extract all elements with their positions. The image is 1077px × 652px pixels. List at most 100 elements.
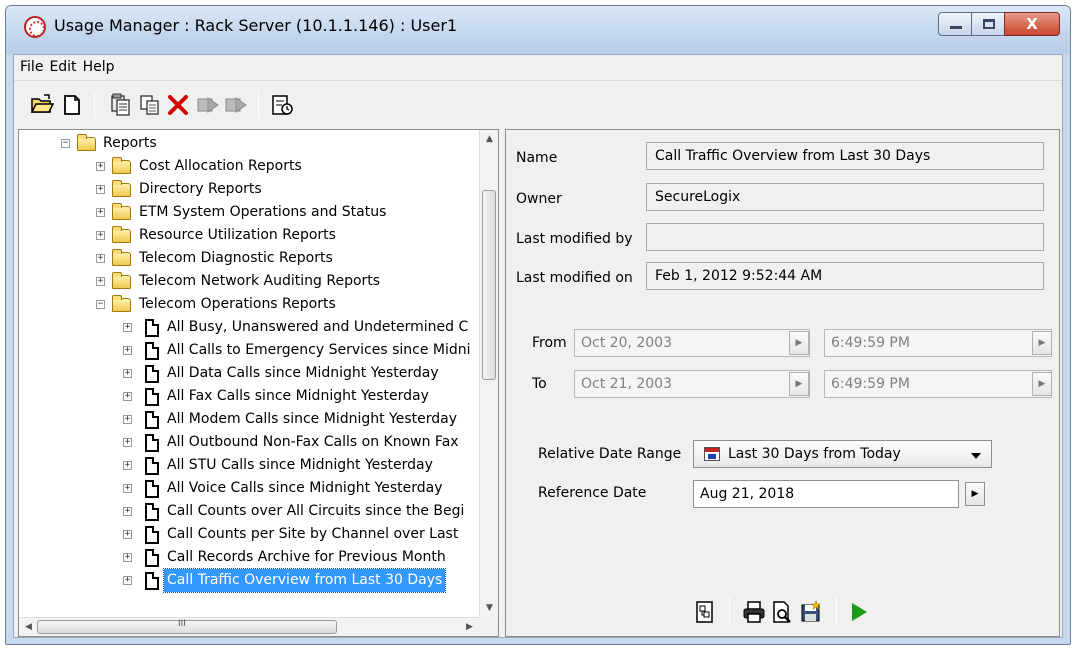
expand-icon[interactable]: + xyxy=(96,208,105,217)
expand-icon[interactable]: + xyxy=(123,438,132,447)
tree-report[interactable]: + Call Counts per Site by Channel over L… xyxy=(19,523,479,546)
tree-report[interactable]: + Call Counts over All Circuits since th… xyxy=(19,500,479,523)
tree-folder[interactable]: + Resource Utilization Reports xyxy=(19,224,479,247)
tree-node-reports[interactable]: − Reports xyxy=(19,132,479,155)
print-icon[interactable] xyxy=(742,600,766,624)
relative-date-range-dropdown[interactable]: Last 30 Days from Today xyxy=(693,440,992,468)
tree-node-label: All Calls to Emergency Services since Mi… xyxy=(167,342,471,358)
tree-report[interactable]: + All Data Calls since Midnight Yesterda… xyxy=(19,362,479,385)
expand-icon[interactable]: + xyxy=(123,415,132,424)
name-field[interactable]: Call Traffic Overview from Last 30 Days xyxy=(646,142,1044,170)
close-icon: X xyxy=(1026,15,1038,33)
open-folder-icon[interactable] xyxy=(30,93,54,117)
expand-icon[interactable]: + xyxy=(96,185,105,194)
maximize-icon xyxy=(983,19,995,29)
scroll-right-icon[interactable]: ▶ xyxy=(460,618,479,636)
tree-horizontal-scrollbar[interactable]: ◀ III ▶ xyxy=(19,617,479,636)
maximize-button[interactable] xyxy=(971,12,1005,36)
tree-report[interactable]: + All Calls to Emergency Services since … xyxy=(19,339,479,362)
tree-report-selected[interactable]: + Call Traffic Overview from Last 30 Day… xyxy=(19,568,479,593)
folder-icon xyxy=(112,203,131,220)
last-modified-by-field[interactable] xyxy=(646,223,1044,251)
reference-date-field[interactable]: Aug 21, 2018 xyxy=(693,480,959,508)
chevron-down-icon xyxy=(971,453,981,459)
print-preview-icon[interactable] xyxy=(770,600,794,624)
expand-icon[interactable]: + xyxy=(123,392,132,401)
tree-folder[interactable]: + ETM System Operations and Status xyxy=(19,201,479,224)
properties-icon[interactable] xyxy=(108,93,132,117)
expand-icon[interactable]: + xyxy=(96,254,105,263)
tree-node-label: All Fax Calls since Midnight Yesterday xyxy=(167,388,429,404)
expand-icon[interactable]: + xyxy=(123,369,132,378)
report-document-icon xyxy=(145,388,159,406)
collapse-icon[interactable]: − xyxy=(96,300,105,309)
expand-icon[interactable]: + xyxy=(96,231,105,240)
tree-node-label: Call Traffic Overview from Last 30 Days xyxy=(162,568,447,593)
expand-icon[interactable]: + xyxy=(96,277,105,286)
expand-icon[interactable]: + xyxy=(123,461,132,470)
tree-node-label: Telecom Operations Reports xyxy=(139,296,336,312)
tree-report[interactable]: + All Fax Calls since Midnight Yesterday xyxy=(19,385,479,408)
delete-icon[interactable] xyxy=(166,93,190,117)
horizontal-scroll-thumb[interactable]: III xyxy=(37,619,337,634)
tree-report[interactable]: + Call Records Archive for Previous Mont… xyxy=(19,546,479,569)
last-modified-on-field[interactable]: Feb 1, 2012 9:52:44 AM xyxy=(646,262,1044,290)
export-icon[interactable] xyxy=(196,93,220,117)
owner-field[interactable]: SecureLogix xyxy=(646,183,1044,211)
menu-edit[interactable]: Edit xyxy=(46,55,79,75)
to-date-field[interactable]: Oct 21, 2003 xyxy=(574,370,810,398)
expand-icon[interactable]: + xyxy=(96,162,105,171)
tree-folder[interactable]: + Directory Reports xyxy=(19,178,479,201)
close-button[interactable]: X xyxy=(1004,12,1060,36)
new-document-icon[interactable] xyxy=(60,93,84,117)
tree-report[interactable]: + All Voice Calls since Midnight Yesterd… xyxy=(19,477,479,500)
toolbar-separator xyxy=(258,91,259,119)
to-date-picker-button[interactable]: ▶ xyxy=(789,372,809,396)
to-time-spinner-button[interactable]: ▶ xyxy=(1032,372,1052,396)
report-layout-icon[interactable] xyxy=(693,600,717,624)
expand-icon[interactable]: + xyxy=(123,346,132,355)
tree-folder[interactable]: + Telecom Diagnostic Reports xyxy=(19,247,479,270)
calendar-range-icon xyxy=(704,447,720,461)
scroll-left-icon[interactable]: ◀ xyxy=(19,618,38,636)
copy-icon[interactable] xyxy=(138,93,162,117)
tree-vertical-scrollbar[interactable]: ▲ ▼ xyxy=(479,130,498,618)
menu-file[interactable]: File xyxy=(14,55,46,75)
collapse-icon[interactable]: − xyxy=(61,139,70,148)
from-date-field[interactable]: Oct 20, 2003 xyxy=(574,329,810,357)
vertical-scroll-thumb[interactable] xyxy=(482,190,496,380)
import-icon[interactable] xyxy=(224,93,248,117)
expand-icon[interactable]: + xyxy=(123,323,132,332)
tree-report[interactable]: + All Outbound Non-Fax Calls on Known Fa… xyxy=(19,431,479,454)
menu-help[interactable]: Help xyxy=(80,55,118,75)
tree-folder-telecom-operations[interactable]: − Telecom Operations Reports xyxy=(19,293,479,316)
last-modified-on-label: Last modified on xyxy=(516,270,633,286)
schedule-report-icon[interactable] xyxy=(270,93,294,117)
tree-node-label: ETM System Operations and Status xyxy=(139,204,387,220)
expand-icon[interactable]: + xyxy=(123,576,132,585)
tree-node-label: All Busy, Unanswered and Undetermined C xyxy=(167,319,469,335)
report-tree: − Reports + Cost Allocation Reports + Di… xyxy=(19,130,479,618)
from-date-picker-button[interactable]: ▶ xyxy=(789,331,809,355)
scroll-up-icon[interactable]: ▲ xyxy=(480,130,498,149)
expand-icon[interactable]: + xyxy=(123,553,132,562)
run-report-icon[interactable] xyxy=(847,600,871,624)
tree-report[interactable]: + All Busy, Unanswered and Undetermined … xyxy=(19,316,479,339)
tree-folder[interactable]: + Telecom Network Auditing Reports xyxy=(19,270,479,293)
to-time-field[interactable]: 6:49:59 PM xyxy=(824,370,1052,398)
tree-report[interactable]: + All STU Calls since Midnight Yesterday xyxy=(19,454,479,477)
tree-report[interactable]: + All Modem Calls since Midnight Yesterd… xyxy=(19,408,479,431)
reference-date-picker-button[interactable]: ▶ xyxy=(965,482,985,506)
scroll-down-icon[interactable]: ▼ xyxy=(480,599,498,618)
from-time-field[interactable]: 6:49:59 PM xyxy=(824,329,1052,357)
from-label: From xyxy=(532,335,567,351)
save-report-icon[interactable] xyxy=(799,600,823,624)
minimize-button[interactable] xyxy=(938,12,972,36)
expand-icon[interactable]: + xyxy=(123,484,132,493)
expand-icon[interactable]: + xyxy=(123,530,132,539)
title-bar[interactable]: Usage Manager : Rack Server (10.1.1.146)… xyxy=(6,6,1070,54)
tree-folder[interactable]: + Cost Allocation Reports xyxy=(19,155,479,178)
expand-icon[interactable]: + xyxy=(123,507,132,516)
from-time-spinner-button[interactable]: ▶ xyxy=(1032,331,1052,355)
toolbar xyxy=(14,85,1062,125)
